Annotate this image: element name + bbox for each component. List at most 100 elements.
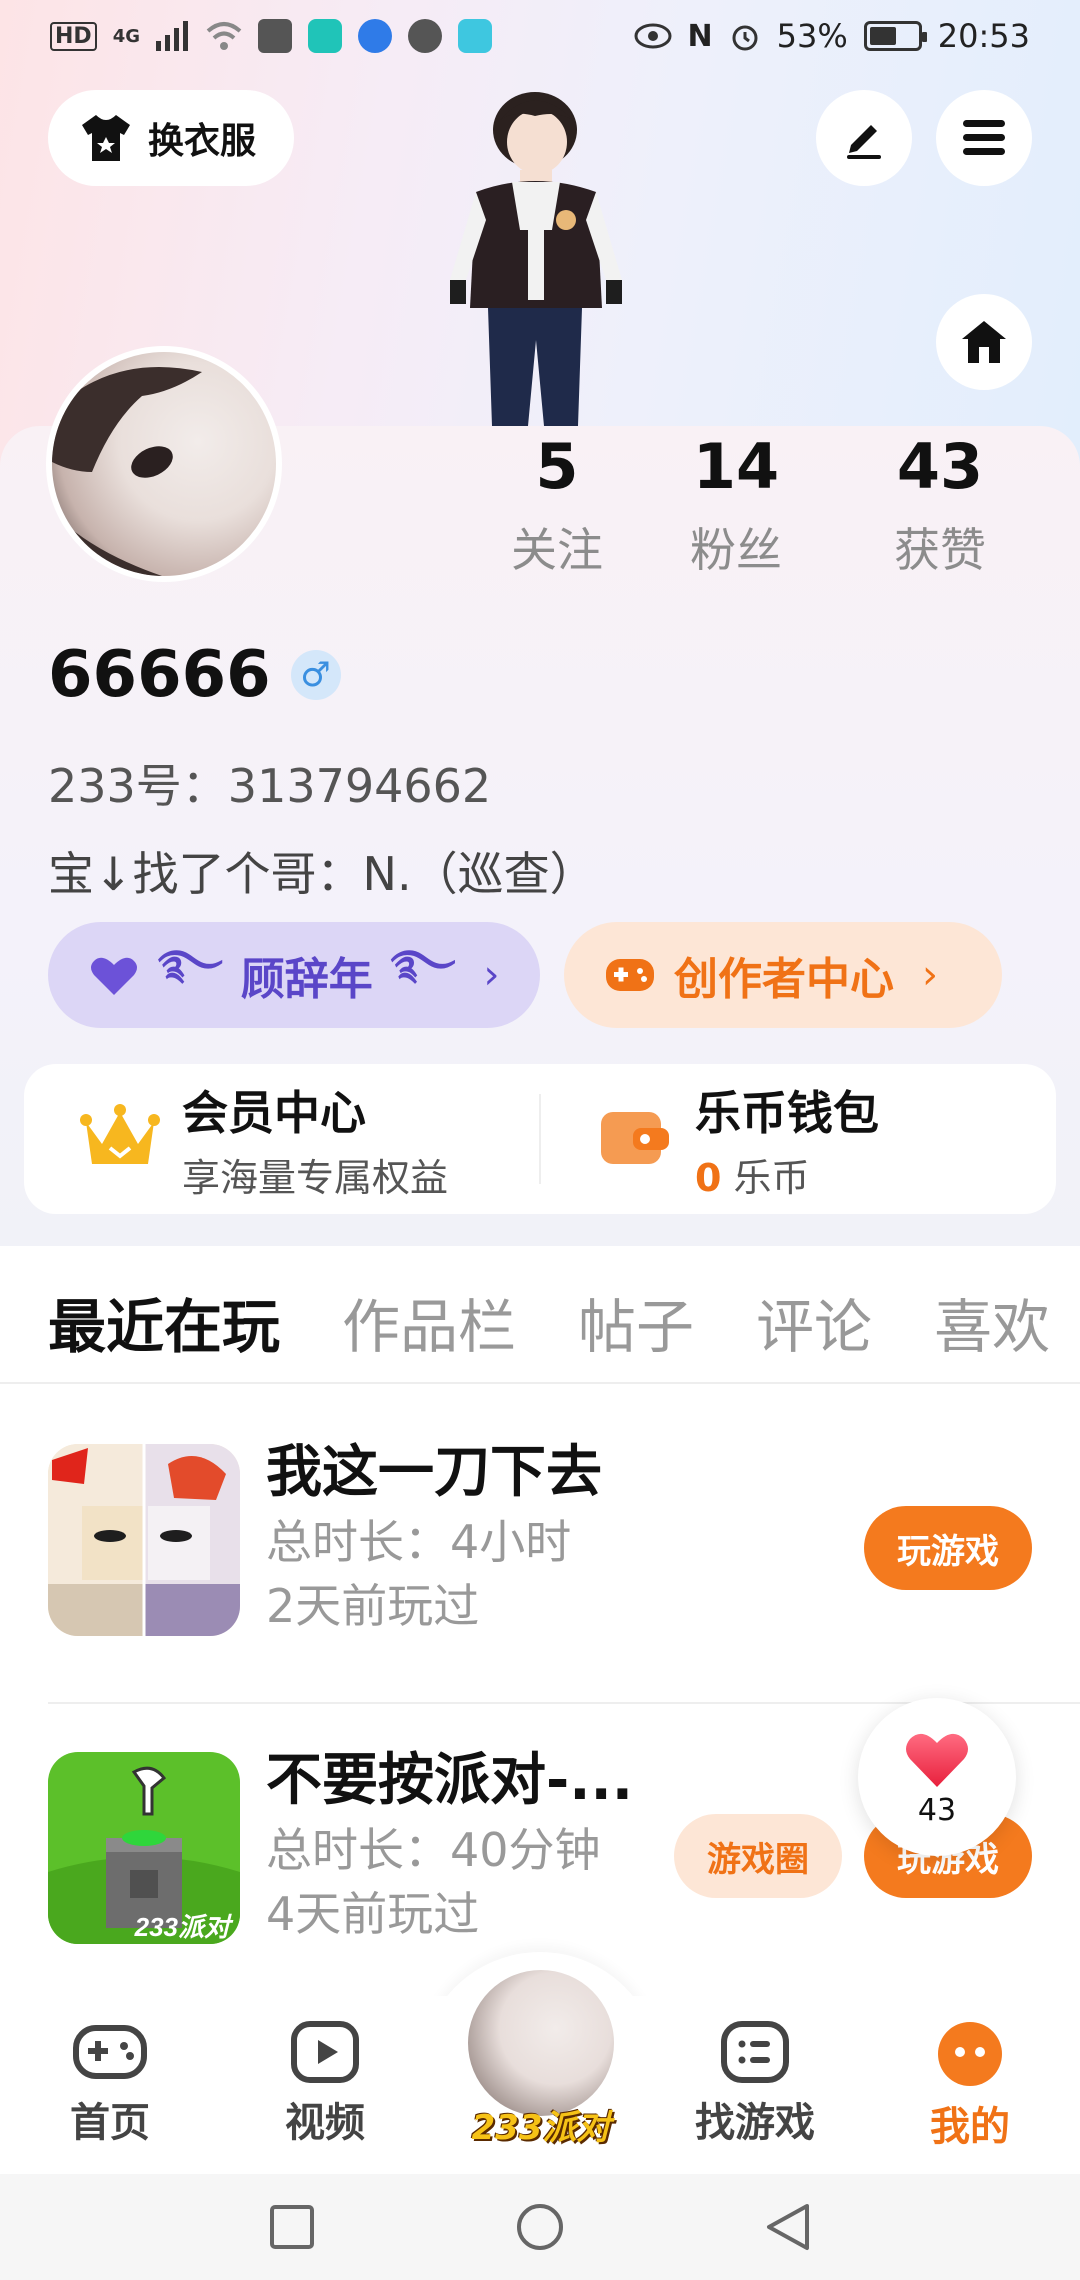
party-logo-label: 233派对 <box>471 2108 611 2148</box>
hamburger-icon <box>963 120 1005 155</box>
vip-subtitle: 享海量专属权益 <box>182 1155 449 1200</box>
pen-icon <box>847 125 881 159</box>
menu-button[interactable] <box>936 90 1032 186</box>
heart-icon <box>91 957 137 995</box>
home-circle-icon[interactable] <box>515 2202 565 2252</box>
swirl-decoration-icon: ࿐ <box>390 941 456 988</box>
app-notification-icon <box>308 19 342 53</box>
stat-following[interactable]: 5 关注 <box>480 426 634 580</box>
party-avatar-button[interactable] <box>468 1970 614 2116</box>
game-title: 我这一刀下去 <box>266 1440 602 1505</box>
nav-find-games[interactable]: 找游戏 <box>675 1996 835 2174</box>
wechat-icon <box>408 19 442 53</box>
username: 66666 <box>48 638 271 712</box>
nav-home[interactable]: 首页 <box>30 1996 190 2174</box>
user-bio: 宝↓找了个哥：N.（巡查） <box>48 847 596 901</box>
like-button[interactable]: 43 <box>858 1698 1016 1856</box>
wallet-icon <box>601 1112 669 1164</box>
game-icon <box>48 1444 240 1636</box>
stat-followers[interactable]: 14 粉丝 <box>634 426 838 580</box>
list-item[interactable]: 我这一刀下去 总时长：4小时 2天前玩过 玩游戏 <box>48 1440 1032 1644</box>
gamepad-icon <box>73 2025 147 2079</box>
house-icon <box>962 321 1006 363</box>
title-badge-label: 顾辞年 <box>240 954 373 1005</box>
home-space-button[interactable] <box>936 294 1032 390</box>
nav-label: 我的 <box>930 2104 1010 2150</box>
tab-works[interactable]: 作品栏 <box>342 1280 516 1364</box>
video-play-icon <box>291 2021 359 2083</box>
stat-value: 5 <box>535 430 579 503</box>
wallet-entry[interactable]: 乐币钱包 0 乐币 <box>541 1064 1056 1214</box>
hd-badge: HD <box>50 21 97 51</box>
eye-icon <box>634 23 672 49</box>
avatar-character[interactable] <box>420 70 650 426</box>
vip-center-entry[interactable]: 会员中心 享海量专属权益 <box>24 1064 539 1214</box>
chevron-right-icon: › <box>483 952 500 998</box>
network-badge: 4G <box>112 25 140 47</box>
crown-icon <box>80 1104 160 1164</box>
user-id[interactable]: 233号：313794662 <box>48 750 491 816</box>
tab-comments[interactable]: 评论 <box>756 1280 872 1364</box>
vip-title: 会员中心 <box>182 1085 366 1140</box>
male-icon: ♂ <box>290 650 341 700</box>
system-navigation-bar <box>0 2174 1080 2280</box>
nav-label: 首页 <box>70 2100 150 2146</box>
creator-center-button[interactable]: 创作者中心 › <box>564 922 1002 1028</box>
gamepad-icon <box>606 959 654 991</box>
wallet-title: 乐币钱包 <box>695 1085 879 1140</box>
stat-likes[interactable]: 43 获赞 <box>838 426 1042 580</box>
battery-icon <box>863 21 927 51</box>
stat-label: 获赞 <box>894 523 986 577</box>
svg-text:233派对: 233派对 <box>134 1912 234 1942</box>
username-row: 66666 ♂ <box>48 638 341 712</box>
nfc-icon: N <box>687 18 713 54</box>
game-icon: 233派对 <box>48 1752 240 1944</box>
status-bar: HD 4G N 53% 20:53 <box>0 0 1080 72</box>
edit-profile-button[interactable] <box>816 90 912 186</box>
wifi-icon <box>206 22 242 50</box>
list-icon <box>721 2021 789 2083</box>
game-last-played: 4天前玩过 <box>266 1887 480 1941</box>
stat-label: 粉丝 <box>690 523 782 577</box>
recent-apps-icon[interactable] <box>269 2204 315 2250</box>
back-triangle-icon[interactable] <box>765 2202 811 2252</box>
profile-stats: 5 关注 14 粉丝 43 获赞 <box>480 426 1060 580</box>
tab-posts[interactable]: 帖子 <box>578 1280 694 1364</box>
nav-video[interactable]: 视频 <box>245 1996 405 2174</box>
chevron-right-icon: › <box>922 952 938 998</box>
member-wallet-card: 会员中心 享海量专属权益 乐币钱包 0 乐币 <box>24 1064 1056 1214</box>
nav-label: 视频 <box>285 2100 365 2146</box>
change-outfit-label: 换衣服 <box>148 121 257 162</box>
app-notification-icon <box>358 19 392 53</box>
coin-balance: 0 <box>695 1155 722 1200</box>
title-badge-button[interactable]: ࿐ 顾辞年 ࿐ › <box>48 922 540 1028</box>
nav-label: 找游戏 <box>695 2100 815 2146</box>
stat-label: 关注 <box>511 523 603 577</box>
clock: 20:53 <box>937 17 1030 55</box>
change-outfit-button[interactable]: 换衣服 <box>48 90 294 186</box>
battery-percent: 53% <box>776 17 848 55</box>
coin-unit: 乐币 <box>733 1155 810 1200</box>
game-last-played: 2天前玩过 <box>266 1579 480 1633</box>
stat-value: 14 <box>692 430 780 503</box>
play-game-button[interactable]: 玩游戏 <box>864 1506 1032 1590</box>
game-playtime: 总时长：40分钟 <box>266 1823 601 1877</box>
game-playtime: 总时长：4小时 <box>266 1515 572 1569</box>
shirt-icon <box>82 115 130 161</box>
like-count: 43 <box>917 1792 957 1828</box>
tab-recently-played[interactable]: 最近在玩 <box>48 1280 280 1364</box>
game-title: 不要按派对-... <box>266 1748 634 1813</box>
avatar-face <box>52 367 202 576</box>
app-notification-icon <box>258 19 292 53</box>
profile-avatar[interactable] <box>46 346 282 582</box>
nav-me[interactable]: 我的 <box>890 1996 1050 2174</box>
alarm-icon <box>732 25 758 51</box>
profile-face-icon <box>938 2022 1002 2086</box>
tab-likes[interactable]: 喜欢 <box>934 1280 1050 1364</box>
app-notification-icon <box>458 19 492 53</box>
game-circle-button[interactable]: 游戏圈 <box>674 1814 842 1898</box>
swirl-decoration-icon: ࿐ <box>158 941 223 988</box>
stat-value: 43 <box>896 430 984 503</box>
signal-icon <box>156 21 188 51</box>
creator-center-label: 创作者中心 <box>674 954 894 1005</box>
